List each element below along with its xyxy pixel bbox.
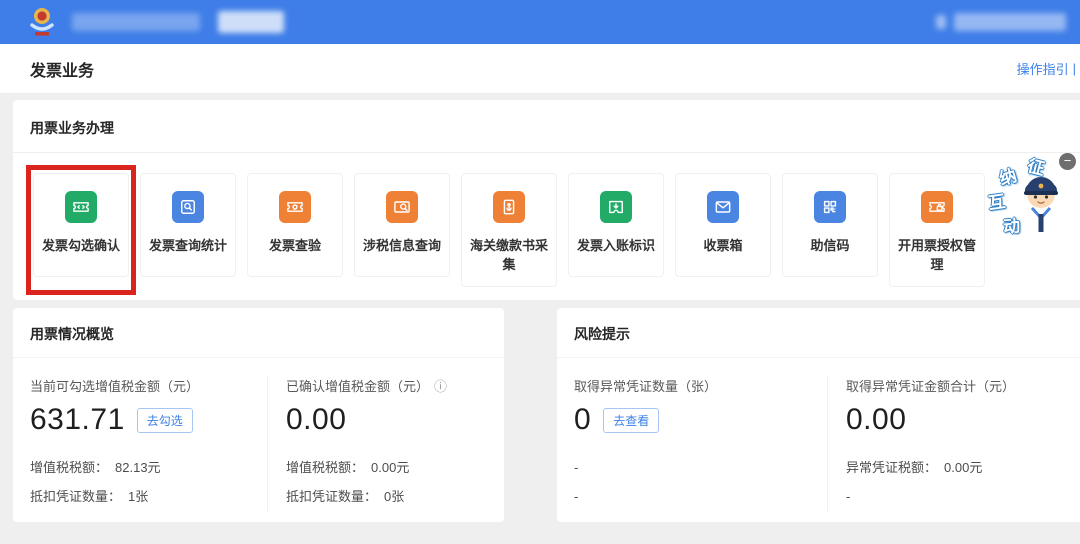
metric-value: 0.00 — [286, 403, 346, 437]
services-card: 用票业务办理 发票勾选确认 — [13, 100, 1080, 300]
mascot-char: 动 — [1002, 211, 1021, 237]
metric-label: 取得异常凭证数量（张） — [574, 376, 827, 395]
invoice-overview-panel: 用票情况概览 当前可勾选增值税金额（元） 631.71 去勾选 增值税税额：82… — [13, 308, 504, 522]
overview-panel-title: 用票情况概览 — [13, 308, 504, 358]
metric-value: 631.71 — [30, 403, 125, 437]
detail-row: - — [846, 482, 1080, 511]
user-icon — [936, 15, 946, 29]
ticket-confirm-icon — [65, 191, 97, 223]
page-title: 发票业务 — [30, 57, 94, 81]
qr-code-icon — [814, 191, 846, 223]
customs-collect-icon — [493, 191, 525, 223]
info-icon[interactable]: ⓘ — [434, 376, 447, 395]
go-view-button[interactable]: 去查看 — [603, 408, 659, 433]
service-label: 涉税信息查询 — [363, 236, 441, 255]
service-invoice-authorization[interactable]: 开用票授权管理 — [889, 173, 985, 287]
service-customs-payment-collect[interactable]: 海关缴款书采集 — [461, 173, 557, 287]
service-label: 发票入账标识 — [577, 236, 655, 255]
service-tax-info-query[interactable]: 涉税信息查询 — [354, 173, 450, 277]
risk-col-amount: 取得异常凭证金额合计（元） 0.00 异常凭证税额：0.00元 - — [827, 376, 1080, 511]
inbox-icon — [707, 191, 739, 223]
invoice-verify-icon — [279, 191, 311, 223]
mascot-char: 互 — [986, 187, 1006, 214]
detail-row: - — [574, 482, 827, 511]
tax-info-search-icon — [386, 191, 418, 223]
service-invoice-entry-mark[interactable]: 发票入账标识 — [568, 173, 664, 277]
authorization-icon — [921, 191, 953, 223]
service-label: 开用票授权管理 — [897, 236, 977, 274]
overview-col-selectable: 当前可勾选增值税金额（元） 631.71 去勾选 增值税税额：82.13元 抵扣… — [30, 376, 267, 511]
service-label: 发票查询统计 — [149, 236, 227, 255]
metric-label: 已确认增值税金额（元） ⓘ — [286, 376, 504, 395]
invoice-entry-icon — [600, 191, 632, 223]
detail-row: 抵扣凭证数量：1张 — [30, 482, 267, 511]
detail-row: - — [574, 453, 827, 482]
detail-row: 增值税税额：82.13元 — [30, 453, 267, 482]
detail-row: 增值税税额：0.00元 — [286, 453, 504, 482]
page-titlebar: 发票业务 操作指引| — [0, 44, 1080, 94]
metric-value: 0 — [574, 403, 591, 437]
detail-row: 抵扣凭证数量：0张 — [286, 482, 504, 511]
metric-value: 0.00 — [846, 403, 906, 437]
service-label: 发票勾选确认 — [42, 236, 120, 255]
services-section-title: 用票业务办理 — [13, 100, 1080, 153]
metric-label: 当前可勾选增值税金额（元） — [30, 376, 267, 395]
operation-guide-link[interactable]: 操作指引| — [1017, 59, 1076, 78]
service-label: 发票查验 — [269, 236, 321, 255]
risk-col-count: 取得异常凭证数量（张） 0 去查看 - - — [574, 376, 827, 511]
risk-panel-title: 风险提示 — [557, 308, 1080, 358]
service-invoice-check-confirm[interactable]: 发票勾选确认 — [33, 173, 129, 277]
service-label: 助信码 — [810, 236, 849, 255]
detail-row: 异常凭证税额：0.00元 — [846, 453, 1080, 482]
service-label: 收票箱 — [703, 236, 742, 255]
tax-logo-icon — [26, 5, 58, 39]
invoice-search-icon — [172, 191, 204, 223]
services-grid: 发票勾选确认 发票查询统计 — [13, 153, 1080, 287]
mascot-minimize-button[interactable]: − — [1059, 153, 1076, 170]
metric-label: 取得异常凭证金额合计（元） — [846, 376, 1080, 395]
app-header — [0, 0, 1080, 44]
header-blurred-username — [954, 13, 1066, 31]
service-assist-code[interactable]: 助信码 — [782, 173, 878, 277]
overview-col-confirmed: 已确认增值税金额（元） ⓘ 0.00 增值税税额：0.00元 抵扣凭证数量：0张 — [267, 376, 504, 511]
risk-alert-panel: 风险提示 取得异常凭证数量（张） 0 去查看 - - 取得异常凭证金额合计（元）… — [557, 308, 1080, 522]
service-label: 海关缴款书采集 — [469, 236, 549, 274]
go-select-button[interactable]: 去勾选 — [137, 408, 193, 433]
header-blurred-title — [72, 13, 200, 31]
service-invoice-query-stats[interactable]: 发票查询统计 — [140, 173, 236, 277]
header-blurred-badge — [218, 11, 284, 33]
service-inbox[interactable]: 收票箱 — [675, 173, 771, 277]
service-invoice-verify[interactable]: 发票查验 — [247, 173, 343, 277]
